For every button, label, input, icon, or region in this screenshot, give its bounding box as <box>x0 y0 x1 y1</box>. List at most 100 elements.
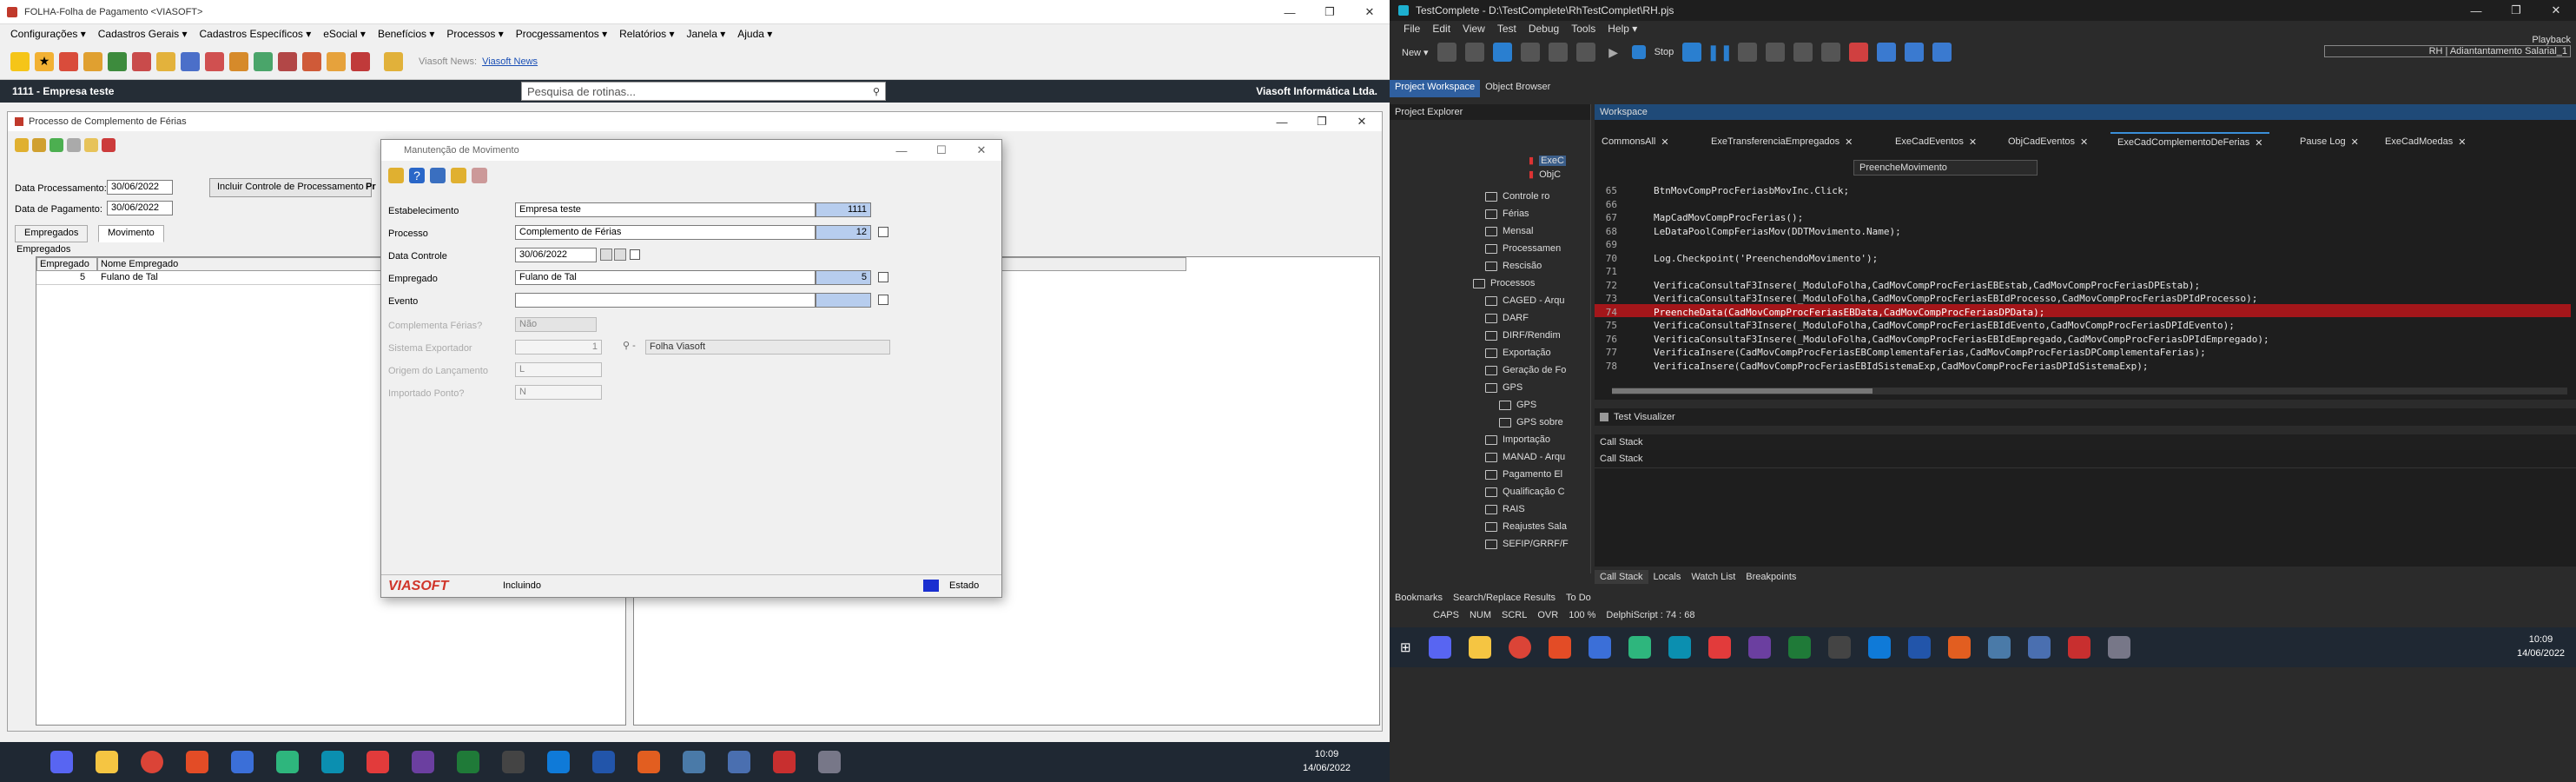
firefox-icon[interactable] <box>1947 636 1971 659</box>
toolbar-icon[interactable] <box>388 168 404 183</box>
editor-tab[interactable]: CommonsAll ✕ <box>1595 132 1676 151</box>
app-icon[interactable] <box>818 751 841 773</box>
horizontal-scrollbar[interactable] <box>1612 388 2567 394</box>
app-icon[interactable] <box>1707 636 1731 659</box>
save-icon[interactable] <box>430 168 446 183</box>
users-icon[interactable] <box>229 51 248 71</box>
toolbar-icon[interactable] <box>1520 43 1540 62</box>
estabelecimento-field[interactable]: Empresa teste <box>515 202 816 217</box>
app-icon[interactable] <box>2067 636 2091 659</box>
tree-item[interactable]: Exportação <box>1485 348 1551 358</box>
empregado-code[interactable]: 5 <box>816 270 871 285</box>
toolbar-icon[interactable] <box>1766 43 1786 62</box>
tab-project-workspace[interactable]: Project Workspace <box>1390 80 1481 97</box>
print-icon[interactable] <box>472 168 487 183</box>
toolbar-icon[interactable] <box>384 51 403 71</box>
evento-checkbox[interactable] <box>878 295 888 305</box>
data-processamento-field[interactable]: 30/06/2022 <box>107 180 173 195</box>
code-line[interactable]: MapCadMovCompProcFerias(); <box>1654 211 1803 225</box>
discord-icon[interactable] <box>1428 636 1451 659</box>
tree-item[interactable]: Importação <box>1485 434 1550 445</box>
toolbar-icon[interactable] <box>254 51 273 71</box>
search-box[interactable]: Pesquisa de rotinas... ⚲ <box>521 82 886 101</box>
chrome-icon[interactable] <box>141 751 163 773</box>
close-icon[interactable]: ✕ <box>2351 136 2359 148</box>
editor-tab[interactable]: ExeCadEventos ✕ <box>1888 132 1984 151</box>
vivaldi-icon[interactable] <box>186 751 208 773</box>
tree-item[interactable]: CAGED - Arqu <box>1485 295 1565 306</box>
search-icon[interactable]: ⚲ <box>873 86 880 97</box>
slack-icon[interactable] <box>1628 636 1651 659</box>
editor-tab-active[interactable]: ExeCadComplementoDeFerias ✕ <box>2110 132 2270 151</box>
tree-item[interactable]: Rescisão <box>1485 261 1542 271</box>
tree-item[interactable]: ▮ ExeC <box>1529 155 1566 166</box>
tree-item[interactable]: Pagamento El <box>1485 469 1562 480</box>
code-line[interactable]: VerificaConsultaF3Insere(_ModuloFolha,Ca… <box>1654 319 2235 333</box>
tree-item[interactable]: GPS sobre <box>1499 417 1563 427</box>
modal-maximize-icon[interactable]: ☐ <box>921 140 961 161</box>
toolbar-icon[interactable] <box>1793 43 1813 62</box>
tree-item[interactable]: ▮ ObjC <box>1529 169 1561 181</box>
stop-icon[interactable] <box>1631 45 1646 59</box>
windows-start-icon[interactable]: ⊞ <box>1400 640 1411 655</box>
toolbar-icon[interactable] <box>59 51 78 71</box>
calendar-icon[interactable] <box>600 249 612 261</box>
tab-call-stack[interactable]: Call Stack <box>1595 570 1648 584</box>
close-icon[interactable]: ✕ <box>1969 136 1977 148</box>
incluir-controle-button[interactable]: Incluir Controle de Processamento <box>209 178 372 197</box>
tree-item[interactable]: GPS <box>1485 382 1522 393</box>
play-icon[interactable]: ▶ <box>1604 43 1623 62</box>
app-icon[interactable] <box>592 751 615 773</box>
toolbar-icon[interactable] <box>205 51 224 71</box>
chrome-icon[interactable] <box>1508 636 1531 659</box>
processo-checkbox[interactable] <box>878 227 888 237</box>
tree-item[interactable]: Processamen <box>1485 243 1561 254</box>
tree-item[interactable]: Férias <box>1485 209 1529 219</box>
tree-item[interactable]: DARF <box>1485 313 1529 323</box>
menu-tools[interactable]: Tools <box>1571 23 1595 35</box>
tab-search-replace[interactable]: Search/Replace Results <box>1448 591 1561 605</box>
tree-item[interactable]: Controle ro <box>1485 191 1549 202</box>
tree-item[interactable]: Reajustes Sala <box>1485 521 1567 532</box>
editor-tab[interactable]: Pause Log ✕ <box>2293 132 2366 151</box>
toolbar-icon[interactable] <box>1492 43 1512 62</box>
toolbar-icon[interactable] <box>132 51 151 71</box>
github-icon[interactable] <box>1747 636 1771 659</box>
editor-tab[interactable]: ExeTransferenciaEmpregados ✕ <box>1704 132 1859 151</box>
app-icon[interactable] <box>367 751 389 773</box>
sistema-code[interactable]: 1 <box>515 340 602 355</box>
app-icon[interactable] <box>1907 636 1931 659</box>
search-icon[interactable]: ⚲ - <box>623 340 636 351</box>
toolbar-icon[interactable] <box>15 138 29 152</box>
menu-processos[interactable]: Processos ▾ <box>446 28 503 40</box>
search-input[interactable]: Pesquisa de rotinas... <box>527 85 873 98</box>
github-icon[interactable] <box>412 751 434 773</box>
stop-button[interactable]: Stop <box>1655 47 1674 57</box>
tree-item[interactable]: SEFIP/GRRF/F <box>1485 539 1569 549</box>
clock-left[interactable]: 10:09 14/06/2022 <box>1303 747 1351 775</box>
code-line[interactable]: VerificaInsere(CadMovCompProcFeriasEBCom… <box>1654 346 2206 360</box>
menu-configuracoes[interactable]: Configurações ▾ <box>10 28 86 40</box>
evento-code[interactable] <box>816 293 871 308</box>
menu-relatorios[interactable]: Relatórios ▾ <box>619 28 674 40</box>
minimize-icon[interactable]: — <box>1270 0 1310 24</box>
calendar-icon[interactable] <box>614 249 626 261</box>
bug-icon[interactable] <box>1849 43 1869 62</box>
code-line[interactable]: Log.Checkpoint('PreenchendoMovimento'); <box>1654 252 1878 266</box>
app-icon[interactable] <box>1987 636 2011 659</box>
evento-field[interactable] <box>515 293 816 308</box>
menu-edit[interactable]: Edit <box>1432 23 1450 35</box>
toolbar-icon[interactable] <box>327 51 346 71</box>
minimize-icon[interactable]: — <box>2456 0 2496 21</box>
menu-view[interactable]: View <box>1463 23 1485 35</box>
clock-right[interactable]: 10:09 14/06/2022 <box>2517 633 2565 660</box>
routine-dropdown[interactable]: PreencheMovimento <box>1853 160 2038 176</box>
home-icon[interactable] <box>108 51 127 71</box>
test-visualizer-title[interactable]: Test Visualizer <box>1614 412 1675 422</box>
toolbar-icon[interactable] <box>67 138 81 152</box>
tab-bookmarks[interactable]: Bookmarks <box>1390 591 1448 605</box>
tab-todo[interactable]: To Do <box>1561 591 1596 605</box>
close-icon[interactable]: ✕ <box>1845 136 1853 148</box>
toolbar-icon[interactable] <box>1738 43 1758 62</box>
help-icon[interactable]: ? <box>409 168 425 183</box>
